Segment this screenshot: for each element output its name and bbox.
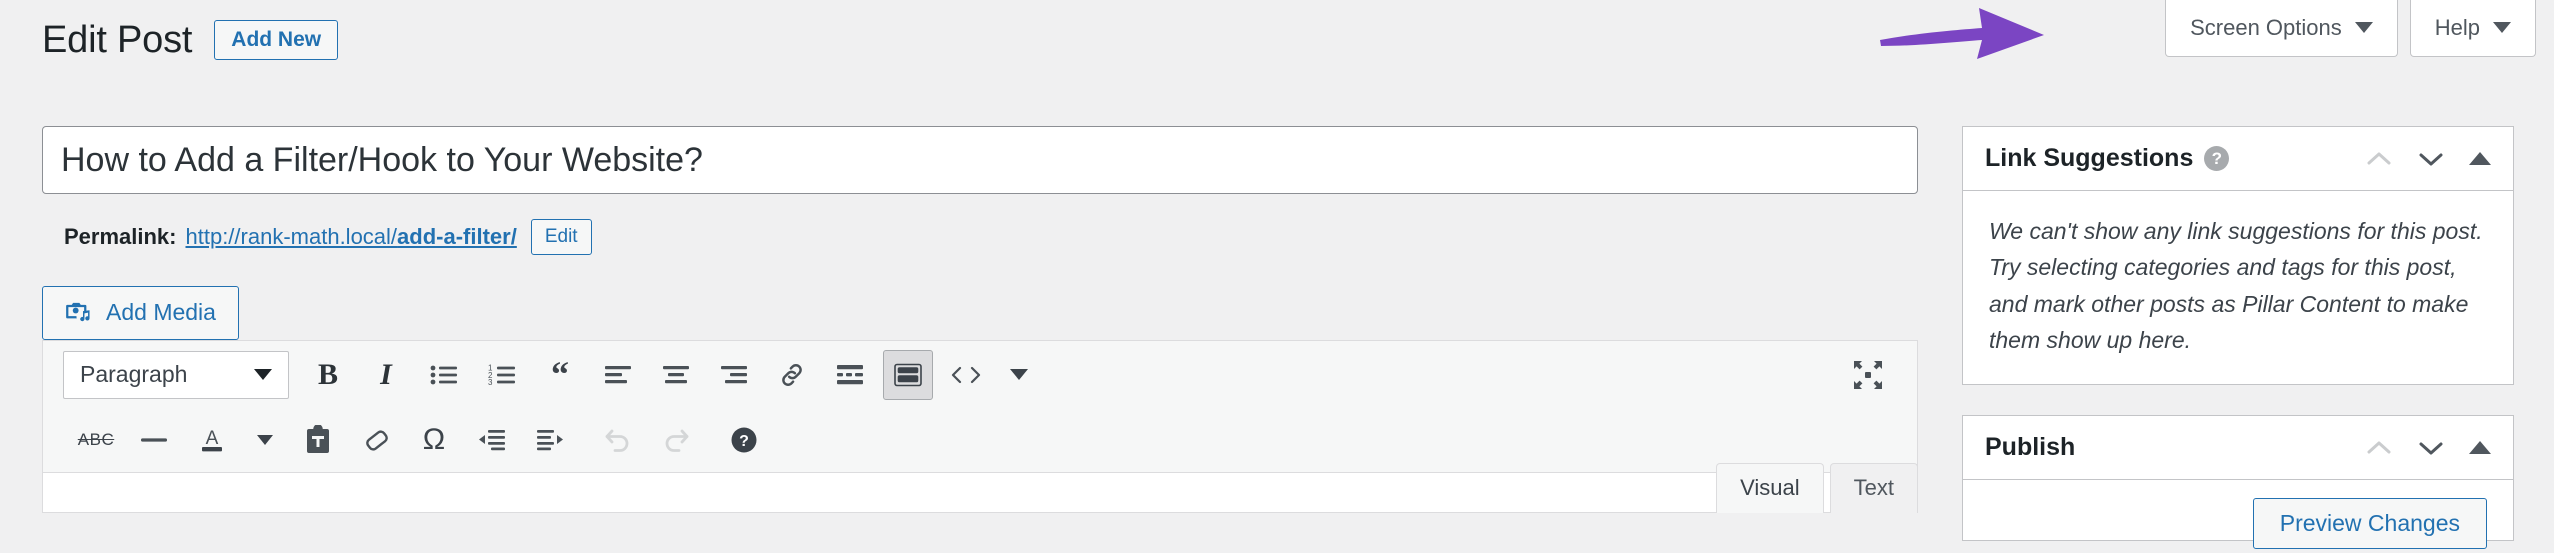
move-down-icon[interactable]: [2417, 438, 2445, 458]
preview-changes-button[interactable]: Preview Changes: [2252, 498, 2487, 550]
permalink-label: Permalink:: [64, 224, 177, 249]
permalink-row: Permalink: http://rank-math.local/add-a-…: [42, 216, 1918, 258]
post-editor: Add Media Visual Text Paragraph B I 1 2 …: [42, 284, 1918, 513]
clear-formatting-icon[interactable]: [351, 415, 401, 465]
redo-icon[interactable]: [651, 415, 701, 465]
svg-text:3: 3: [488, 378, 493, 387]
help-circle-icon[interactable]: ?: [2204, 146, 2230, 171]
screen-options-button[interactable]: Screen Options: [2165, 0, 2398, 57]
align-right-icon[interactable]: [709, 350, 759, 400]
purple-arrow-icon: [1878, 2, 2048, 64]
panel-link-suggestions: Link Suggestions ? We can't show any lin…: [1962, 126, 2514, 386]
paste-as-text-icon[interactable]: [293, 415, 343, 465]
screen-options-label: Screen Options: [2190, 14, 2342, 40]
panel-link-suggestions-body: We can't show any link suggestions for t…: [1963, 191, 2513, 384]
add-new-button[interactable]: Add New: [214, 20, 339, 60]
post-title-input[interactable]: How to Add a Filter/Hook to Your Website…: [42, 126, 1918, 194]
chevron-down-icon: [2493, 22, 2511, 33]
editor-toolbelt: Add Media Visual Text: [42, 284, 1918, 513]
add-media-button[interactable]: Add Media: [42, 286, 239, 340]
permalink-slug: add-a-filter/: [397, 224, 517, 249]
move-up-icon[interactable]: [2365, 438, 2393, 458]
horizontal-line-icon[interactable]: [129, 415, 179, 465]
svg-text:?: ?: [739, 433, 749, 450]
permalink-base: http://rank-math.local/: [185, 224, 398, 249]
page-title: Edit Post: [42, 19, 193, 61]
decrease-indent-icon[interactable]: [467, 415, 517, 465]
move-down-icon[interactable]: [2417, 149, 2445, 169]
numbered-list-icon[interactable]: 1 2 3: [477, 350, 527, 400]
panel-link-suggestions-header: Link Suggestions ?: [1963, 127, 2513, 191]
permalink-link[interactable]: http://rank-math.local/add-a-filter/: [186, 224, 517, 250]
help-label: Help: [2434, 14, 2480, 40]
screen-meta-links: Screen Options Help: [2165, 0, 2536, 57]
distraction-free-icon[interactable]: [1843, 350, 1893, 400]
panel-publish-header: Publish: [1963, 416, 2513, 481]
read-more-icon[interactable]: [825, 350, 875, 400]
panel-publish: Publish Preview Changes: [1962, 415, 2514, 550]
strikethrough-icon[interactable]: ABC: [71, 415, 121, 465]
italic-icon[interactable]: I: [361, 350, 411, 400]
keyboard-shortcuts-icon[interactable]: ?: [719, 415, 769, 465]
toolbar-toggle-icon[interactable]: [883, 349, 933, 400]
panel-controls: [2365, 438, 2491, 458]
panel-controls: [2365, 149, 2491, 169]
align-center-icon[interactable]: [651, 350, 701, 400]
panel-publish-body: Preview Changes: [1963, 480, 2513, 550]
align-left-icon[interactable]: [593, 350, 643, 400]
toggle-panel-icon[interactable]: [2469, 152, 2491, 165]
bulleted-list-icon[interactable]: [419, 350, 469, 400]
chevron-down-icon: [2354, 22, 2373, 33]
svg-text:A: A: [206, 428, 219, 449]
media-camera-icon: [65, 297, 92, 328]
undo-icon[interactable]: [593, 415, 643, 465]
paragraph-format-select[interactable]: Paragraph: [63, 350, 289, 399]
more-options-caret-icon[interactable]: [999, 350, 1039, 400]
editor-toolbar-row-1: Paragraph B I 1 2 3 “: [43, 341, 1917, 408]
chevron-down-icon: [254, 369, 272, 380]
edit-permalink-button[interactable]: Edit: [530, 219, 592, 255]
text-color-caret-icon[interactable]: [245, 415, 285, 465]
post-content-editable-area[interactable]: [42, 473, 1918, 513]
increase-indent-icon[interactable]: [525, 415, 575, 465]
editor-toolbar-container: Paragraph B I 1 2 3 “ ABC A Ω ?: [42, 340, 1918, 473]
panel-title: Link Suggestions: [1985, 144, 2194, 172]
help-button[interactable]: Help: [2409, 0, 2536, 57]
link-suggestions-message: We can't show any link suggestions for t…: [1989, 218, 2483, 353]
post-body-content: How to Add a Filter/Hook to Your Website…: [42, 126, 1918, 513]
sidebar: Link Suggestions ? We can't show any lin…: [1962, 126, 2514, 553]
code-icon[interactable]: [941, 350, 991, 400]
move-up-icon[interactable]: [2365, 149, 2393, 169]
insert-link-icon[interactable]: [767, 350, 817, 400]
panel-title: Publish: [1985, 433, 2076, 462]
blockquote-icon[interactable]: “: [535, 350, 585, 400]
wordpress-edit-post-screen: Edit Post Add New Screen Options Help Ho…: [0, 0, 2554, 553]
text-color-icon[interactable]: A: [187, 415, 237, 465]
special-character-icon[interactable]: Ω: [409, 415, 459, 465]
add-media-label: Add Media: [106, 299, 216, 325]
editor-toolbar-row-2: ABC A Ω ?: [43, 408, 1917, 472]
toggle-panel-icon[interactable]: [2469, 441, 2491, 455]
bold-icon[interactable]: B: [303, 350, 353, 400]
format-select-value: Paragraph: [80, 361, 188, 387]
page-header: Edit Post Add New: [42, 19, 339, 61]
